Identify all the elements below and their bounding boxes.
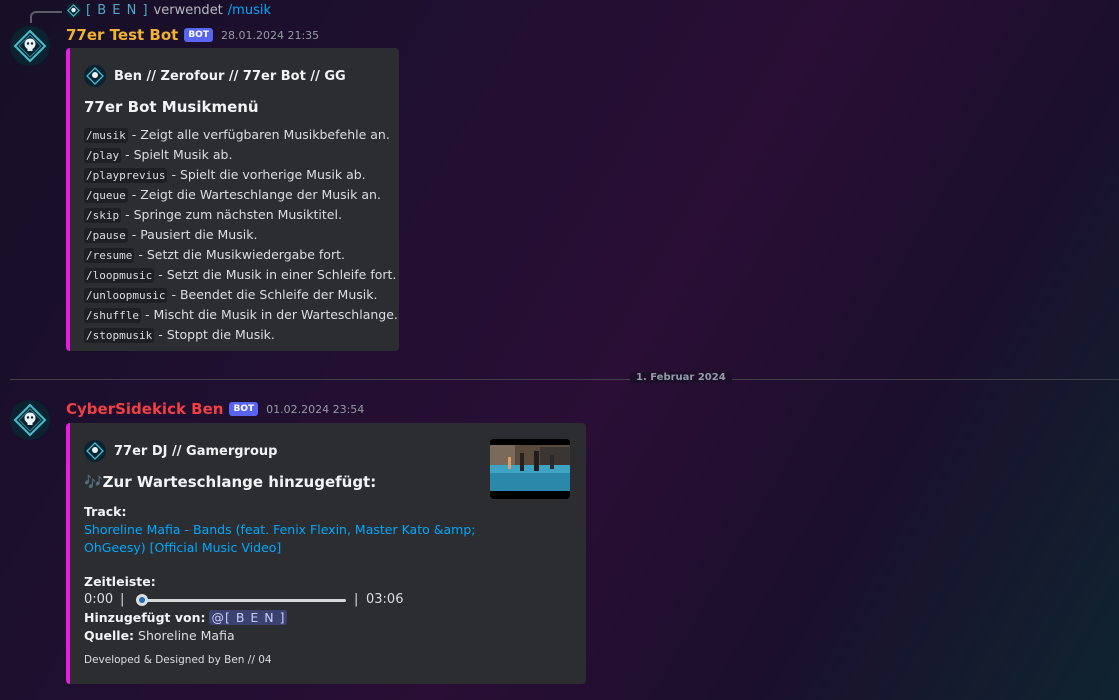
- added-by-row: Hinzugefügt von: @[ B E N ]: [84, 610, 288, 625]
- command-description: - Stoppt die Musik.: [154, 327, 275, 342]
- video-thumbnail[interactable]: [490, 439, 570, 499]
- command-description: - Setzt die Musikwiedergabe fort.: [134, 247, 345, 262]
- track-link-cont[interactable]: OhGeesy) [Official Music Video]: [84, 539, 475, 557]
- added-by-label: Hinzugefügt von:: [84, 610, 206, 625]
- command-description: - Mischt die Musik in der Warteschlange.: [140, 307, 398, 322]
- command-code: /musik: [84, 128, 128, 143]
- command-description: - Spielt Musik ab.: [121, 147, 233, 162]
- embed-title: 77er Bot Musikmenü: [84, 98, 259, 116]
- command-description: - Springe zum nächsten Musiktitel.: [121, 207, 342, 222]
- source-value: Shoreline Mafia: [138, 628, 235, 643]
- time-end: 03:06: [366, 592, 404, 607]
- command-row: /resume - Setzt die Musikwiedergabe fort…: [84, 245, 398, 265]
- command-code: /queue: [84, 188, 128, 203]
- command-row: /shuffle - Mischt die Musik in der Warte…: [84, 305, 398, 325]
- source-row: Quelle: Shoreline Mafia: [84, 628, 235, 643]
- command-description: - Spielt die vorherige Musik ab.: [167, 167, 366, 182]
- message-header: CyberSidekick Ben BOT 01.02.2024 23:54: [66, 400, 364, 418]
- reply-command[interactable]: /musik: [228, 3, 271, 18]
- reply-verb: verwendet: [153, 3, 223, 18]
- command-row: /pause - Pausiert die Musik.: [84, 225, 398, 245]
- timestamp[interactable]: 01.02.2024 23:54: [266, 403, 364, 416]
- avatar[interactable]: [10, 400, 50, 440]
- command-list: /musik - Zeigt alle verfügbaren Musikbef…: [84, 125, 398, 345]
- command-code: /skip: [84, 208, 122, 223]
- track-section: Track: Shoreline Mafia - Bands (feat. Fe…: [84, 503, 475, 557]
- track-link[interactable]: Shoreline Mafia - Bands (feat. Fenix Fle…: [84, 521, 475, 539]
- command-code: /play: [84, 148, 122, 163]
- bot-badge: BOT: [229, 402, 259, 416]
- command-code: /shuffle: [84, 308, 141, 323]
- time-start: 0:00: [84, 592, 114, 607]
- source-label: Quelle:: [84, 628, 135, 643]
- date-divider: 1. Februar 2024: [622, 372, 740, 383]
- username[interactable]: CyberSidekick Ben: [66, 400, 223, 418]
- embed-footer: Developed & Designed by Ben // 04: [84, 654, 272, 666]
- embed-author: Ben // Zerofour // 77er Bot // GG: [84, 65, 346, 87]
- command-row: /skip - Springe zum nächsten Musiktitel.: [84, 205, 398, 225]
- embed-author: 77er DJ // Gamergroup: [84, 440, 277, 462]
- embed-queue-added: 77er DJ // Gamergroup 🎶Zur Warteschlange…: [66, 423, 586, 684]
- command-code: /unloopmusic: [84, 288, 168, 303]
- command-description: - Zeigt alle verfügbaren Musikbefehle an…: [127, 127, 390, 142]
- bot-badge: BOT: [184, 28, 213, 42]
- progress-knob[interactable]: [136, 594, 148, 606]
- command-code: /playprevius: [84, 168, 168, 183]
- reply-avatar[interactable]: [66, 3, 81, 18]
- reply-connector: [30, 11, 62, 23]
- embed-music-menu: Ben // Zerofour // 77er Bot // GG 77er B…: [66, 48, 399, 351]
- command-row: /queue - Zeigt die Warteschlange der Mus…: [84, 185, 398, 205]
- command-code: /pause: [84, 228, 128, 243]
- message-header: 77er Test Bot BOT 28.01.2024 21:35: [66, 26, 319, 44]
- timeline: 0:00 | | 03:06: [84, 592, 414, 608]
- command-row: /musik - Zeigt alle verfügbaren Musikbef…: [84, 125, 398, 145]
- reply-reference[interactable]: [ B E N ] verwendet /musik: [66, 3, 271, 18]
- timeline-start-bar: |: [120, 592, 125, 607]
- command-row: /playprevius - Spielt die vorherige Musi…: [84, 165, 398, 185]
- command-row: /play - Spielt Musik ab.: [84, 145, 398, 165]
- timestamp[interactable]: 28.01.2024 21:35: [221, 29, 319, 42]
- embed-title: 🎶Zur Warteschlange hinzugefügt:: [84, 473, 377, 491]
- embed-author-name: Ben // Zerofour // 77er Bot // GG: [114, 68, 346, 84]
- progress-track: [136, 599, 346, 602]
- command-description: - Pausiert die Musik.: [127, 227, 258, 242]
- reply-username[interactable]: [ B E N ]: [86, 3, 149, 18]
- command-row: /loopmusic - Setzt die Musik in einer Sc…: [84, 265, 398, 285]
- username[interactable]: 77er Test Bot: [66, 26, 178, 44]
- command-code: /stopmusik: [84, 328, 155, 343]
- command-row: /stopmusik - Stoppt die Musik.: [84, 325, 398, 345]
- date-divider-line: [10, 379, 1119, 380]
- command-code: /resume: [84, 248, 135, 263]
- date-divider-label: 1. Februar 2024: [630, 372, 732, 383]
- progress-slider[interactable]: [136, 594, 346, 606]
- command-description: - Beendet die Schleife der Musik.: [167, 287, 378, 302]
- command-row: /unloopmusic - Beendet die Schleife der …: [84, 285, 398, 305]
- command-description: - Setzt die Musik in einer Schleife fort…: [154, 267, 397, 282]
- embed-author-name: 77er DJ // Gamergroup: [114, 443, 278, 459]
- author-avatar: [84, 65, 106, 87]
- command-code: /loopmusic: [84, 268, 155, 283]
- command-description: - Zeigt die Warteschlange der Musik an.: [127, 187, 381, 202]
- timeline-label: Zeitleiste:: [84, 574, 156, 589]
- author-avatar: [84, 440, 106, 462]
- track-label: Track:: [84, 504, 127, 519]
- avatar[interactable]: [10, 26, 50, 66]
- timeline-end-bar: |: [354, 592, 359, 607]
- user-mention[interactable]: @[ B E N ]: [209, 610, 288, 625]
